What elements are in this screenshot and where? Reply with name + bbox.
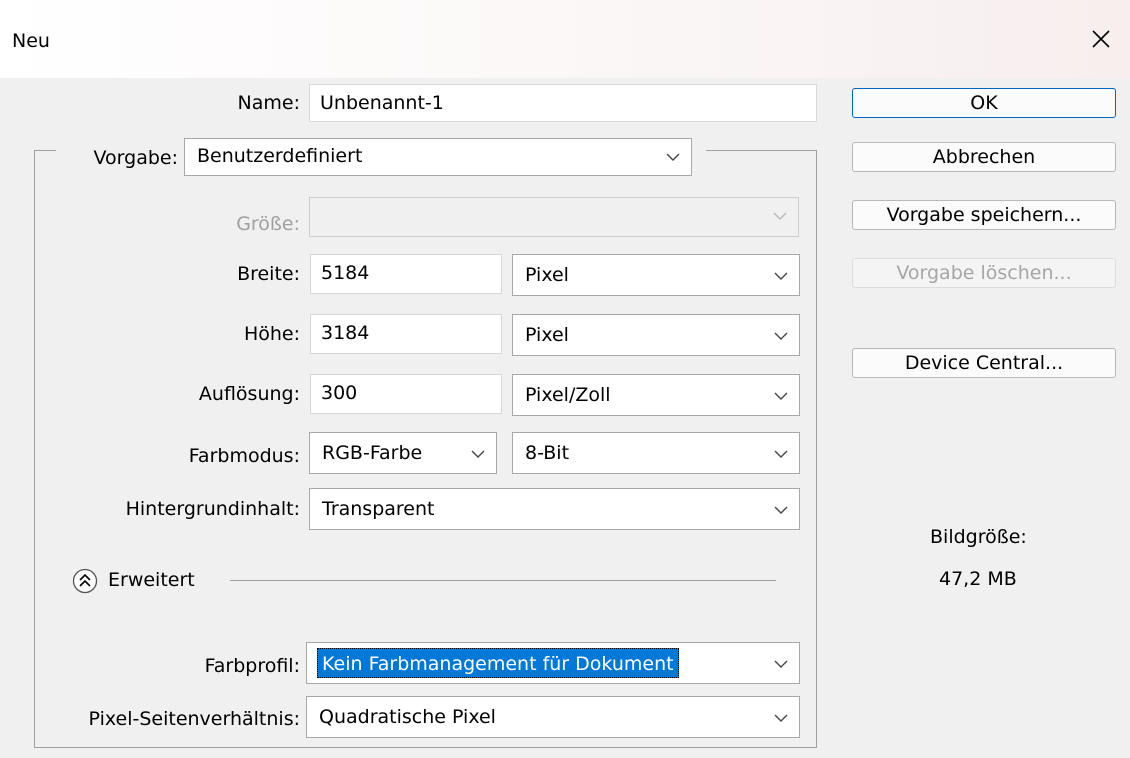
- ok-button[interactable]: OK: [852, 88, 1116, 118]
- chevron-down-icon: [471, 450, 485, 458]
- height-label: Höhe:: [243, 323, 300, 345]
- color-mode-select[interactable]: RGB-Farbe: [309, 432, 497, 474]
- bit-depth-value: 8-Bit: [525, 442, 570, 464]
- chevron-down-icon: [774, 660, 788, 668]
- preset-label: Vorgabe:: [93, 147, 178, 169]
- name-label: Name:: [237, 92, 300, 114]
- chevron-down-icon: [774, 332, 788, 340]
- new-document-dialog: Name: Unbenannt-1 Vorgabe: Benutzerdefin…: [0, 78, 1130, 758]
- collapse-advanced-icon[interactable]: [72, 568, 98, 594]
- color-profile-value: Kein Farbmanagement für Dokument: [317, 648, 679, 678]
- chevron-down-icon: [666, 153, 680, 161]
- advanced-divider: [230, 580, 776, 581]
- cancel-button[interactable]: Abbrechen: [852, 142, 1116, 172]
- delete-preset-button: Vorgabe löschen...: [852, 258, 1116, 288]
- chevron-down-icon: [774, 714, 788, 722]
- color-mode-label: Farbmodus:: [188, 445, 300, 467]
- width-unit-value: Pixel: [525, 264, 569, 286]
- preset-select[interactable]: Benutzerdefiniert: [184, 138, 692, 176]
- name-input[interactable]: Unbenannt-1: [309, 84, 817, 122]
- color-profile-label: Farbprofil:: [204, 655, 300, 677]
- pixel-aspect-value: Quadratische Pixel: [319, 706, 496, 728]
- resolution-unit-select[interactable]: Pixel/Zoll: [512, 374, 800, 416]
- size-select: [309, 197, 799, 237]
- background-select[interactable]: Transparent: [309, 488, 800, 530]
- size-label: Größe:: [236, 213, 300, 235]
- resolution-unit-value: Pixel/Zoll: [525, 384, 611, 406]
- background-label: Hintergrundinhalt:: [125, 498, 300, 520]
- color-mode-value: RGB-Farbe: [322, 442, 423, 464]
- pixel-aspect-label: Pixel-Seitenverhältnis:: [88, 708, 300, 730]
- image-size-label: Bildgröße:: [930, 526, 1027, 548]
- title-bar: Neu: [0, 0, 1130, 78]
- height-input[interactable]: 3184: [310, 314, 502, 354]
- height-unit-value: Pixel: [525, 324, 569, 346]
- height-unit-select[interactable]: Pixel: [512, 314, 800, 356]
- image-size-value: 47,2 MB: [939, 568, 1017, 590]
- device-central-button[interactable]: Device Central...: [852, 348, 1116, 378]
- resolution-input[interactable]: 300: [310, 374, 502, 414]
- background-value: Transparent: [322, 498, 435, 520]
- save-preset-button[interactable]: Vorgabe speichern...: [852, 200, 1116, 230]
- preset-value: Benutzerdefiniert: [197, 145, 363, 167]
- advanced-label[interactable]: Erweitert: [108, 569, 195, 591]
- chevron-down-icon: [774, 392, 788, 400]
- chevron-down-icon: [774, 506, 788, 514]
- close-icon[interactable]: [1086, 24, 1116, 54]
- chevron-down-icon: [774, 272, 788, 280]
- width-unit-select[interactable]: Pixel: [512, 254, 800, 296]
- window-title: Neu: [12, 30, 50, 52]
- chevron-down-icon: [773, 212, 787, 220]
- width-label: Breite:: [237, 263, 300, 285]
- bit-depth-select[interactable]: 8-Bit: [512, 432, 800, 474]
- color-profile-select[interactable]: Kein Farbmanagement für Dokument: [306, 642, 800, 684]
- pixel-aspect-select[interactable]: Quadratische Pixel: [306, 696, 800, 738]
- width-input[interactable]: 5184: [310, 254, 502, 294]
- resolution-label: Auflösung:: [198, 383, 300, 405]
- chevron-down-icon: [774, 450, 788, 458]
